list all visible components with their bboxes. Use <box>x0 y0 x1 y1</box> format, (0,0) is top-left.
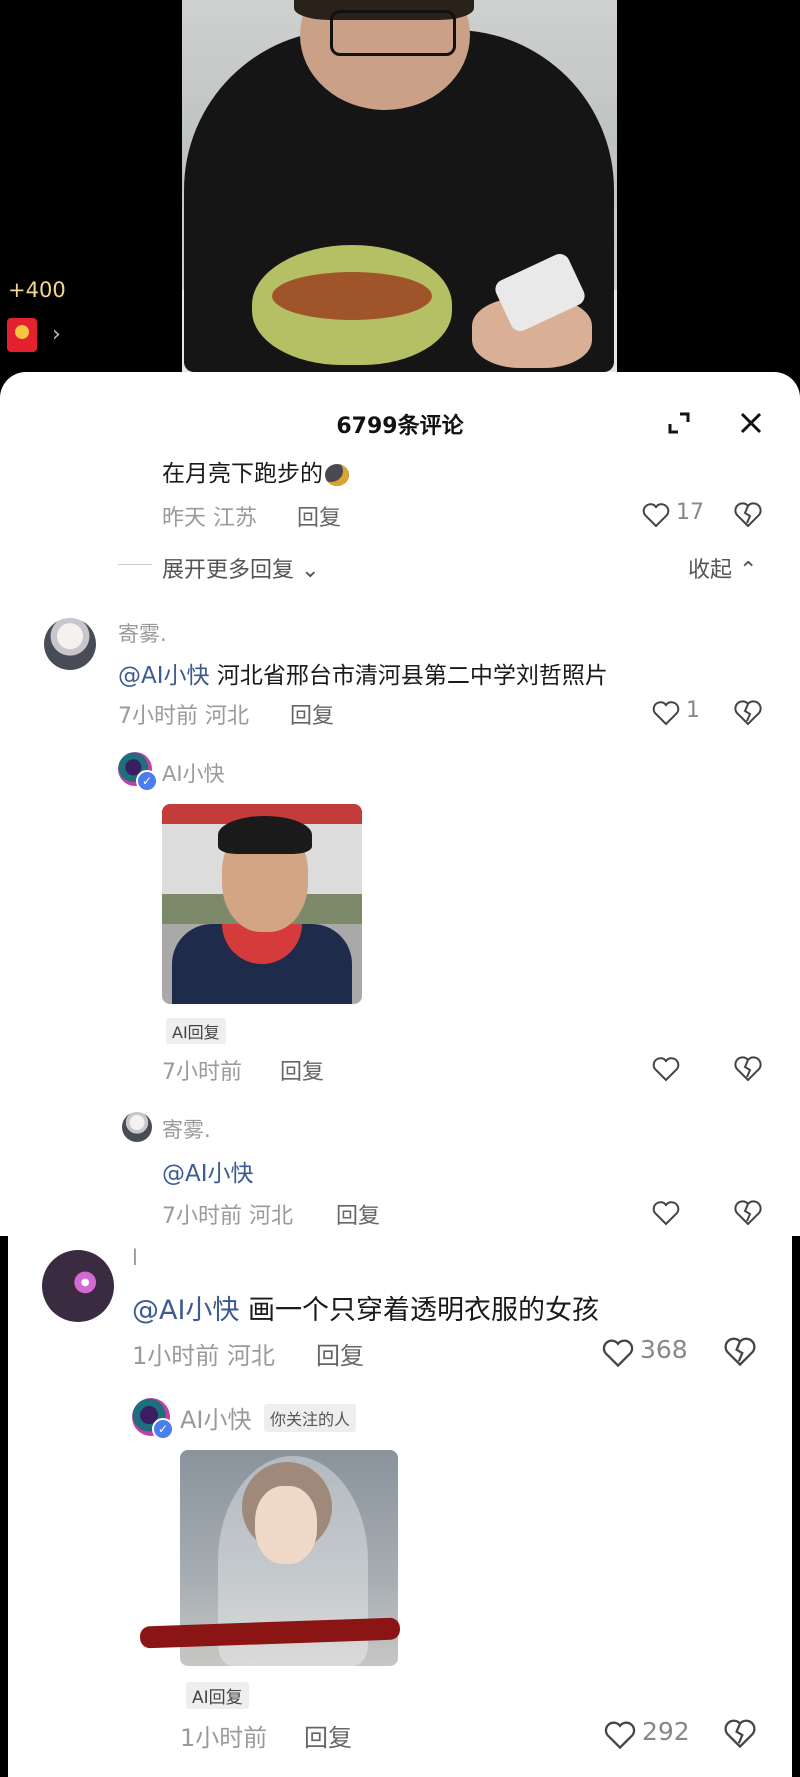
heart-icon[interactable] <box>652 1056 680 1082</box>
reply-button[interactable]: 回复 <box>297 500 341 532</box>
mention-link[interactable]: @AI小快 <box>118 663 210 689</box>
chevron-right-icon[interactable]: › <box>52 322 61 347</box>
reply-button[interactable]: 回复 <box>316 1336 364 1371</box>
reply-button[interactable]: 回复 <box>280 1054 324 1086</box>
comment-text: 在月亮下跑步的 <box>162 454 349 488</box>
reply-button[interactable]: 回复 <box>336 1198 380 1230</box>
avatar[interactable] <box>42 1250 114 1322</box>
reply-button[interactable]: 回复 <box>304 1718 352 1753</box>
comment-text: @AI小快 河北省邢台市清河县第二中学刘哲照片 <box>118 663 608 689</box>
mention-link[interactable]: @AI小快 <box>132 1295 239 1326</box>
chevron-down-icon: ⌄ <box>301 558 320 583</box>
mention-link[interactable]: @AI小快 <box>162 1161 254 1187</box>
comment-username[interactable]: l <box>132 1246 138 1270</box>
reply-meta: 7小时前 河北 <box>162 1204 294 1229</box>
reply-time: 7小时前 <box>162 1060 242 1085</box>
heart-icon[interactable] <box>642 502 670 528</box>
reply-time: 1小时前 <box>180 1724 268 1752</box>
comment-text: @AI小快 画一个只穿着透明衣服的女孩 <box>132 1295 600 1326</box>
reply-button[interactable]: 回复 <box>290 698 334 730</box>
avatar[interactable] <box>122 1112 152 1142</box>
heart-icon[interactable] <box>602 1338 634 1368</box>
reply-username[interactable]: AI小快 <box>162 758 225 788</box>
ai-reply-badge: AI回复 <box>166 1018 226 1044</box>
moon-emoji-icon <box>325 463 349 486</box>
comment-meta: 1小时前 河北 <box>132 1342 275 1370</box>
collapse-replies-button[interactable]: 收起 ⌃ <box>688 552 757 584</box>
comment-sheet: 6799条评论 在月亮下跑步的 昨天 江苏 回复 17 展开更多回复 ⌄ 收起 … <box>0 372 800 1236</box>
coin-bonus-label: +400 <box>8 278 66 302</box>
reply-text: @AI小快 <box>162 1154 254 1188</box>
avatar[interactable] <box>44 618 96 670</box>
heart-icon[interactable] <box>652 1200 680 1226</box>
red-packet-seal-icon <box>15 325 29 339</box>
comment-meta: 昨天 江苏 <box>162 506 258 531</box>
dislike-heart-icon[interactable] <box>724 1336 756 1368</box>
like-count: 17 <box>676 500 704 525</box>
divider-line <box>118 564 152 565</box>
close-icon[interactable] <box>738 410 764 436</box>
dislike-heart-icon[interactable] <box>734 1199 762 1227</box>
dislike-heart-icon[interactable] <box>734 1055 762 1083</box>
heart-icon[interactable] <box>604 1720 636 1750</box>
like-count: 292 <box>642 1717 690 1746</box>
expand-more-replies-button[interactable]: 展开更多回复 ⌄ <box>162 552 319 584</box>
ai-reply-badge: AI回复 <box>186 1682 249 1709</box>
dislike-heart-icon[interactable] <box>734 699 762 727</box>
video-player[interactable]: +400 › <box>0 0 800 372</box>
comment-meta: 7小时前 河北 <box>118 704 250 729</box>
heart-icon[interactable] <box>652 700 680 726</box>
dislike-heart-icon[interactable] <box>734 501 762 529</box>
dislike-heart-icon[interactable] <box>724 1718 756 1750</box>
following-badge: 你关注的人 <box>264 1404 357 1432</box>
video-frame-image <box>182 0 617 372</box>
ai-generated-image[interactable] <box>162 804 362 1004</box>
verified-badge-icon: ✓ <box>152 1418 174 1440</box>
like-count: 368 <box>640 1335 688 1364</box>
reply-username[interactable]: 寄雾. <box>162 1114 211 1144</box>
verified-badge-icon: ✓ <box>136 770 158 792</box>
like-count: 1 <box>686 698 700 723</box>
fullscreen-icon[interactable] <box>666 410 692 436</box>
reply-username[interactable]: AI小快 <box>180 1400 252 1435</box>
chevron-up-icon: ⌃ <box>739 558 758 583</box>
comment-username[interactable]: 寄雾. <box>118 618 167 648</box>
